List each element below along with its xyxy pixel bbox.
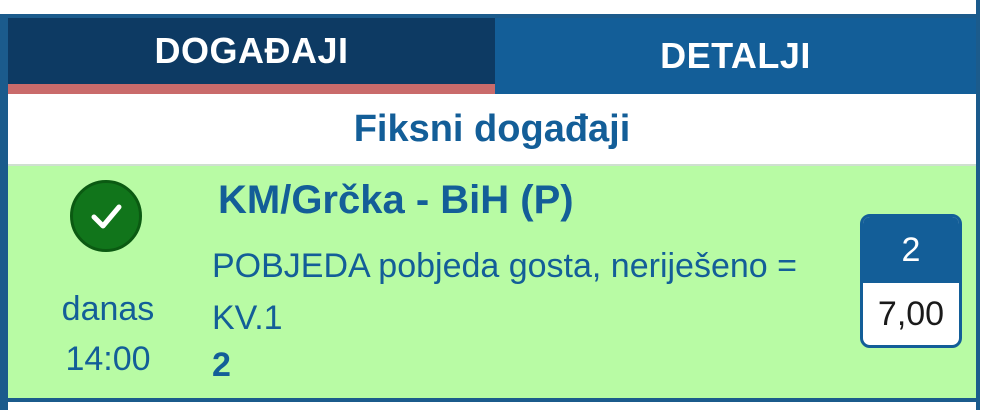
- panel-border-right: [976, 0, 980, 410]
- event-title: KM/Grčka - BiH (P): [218, 178, 574, 222]
- odds-value: 7,00: [877, 294, 945, 333]
- panel-border-left: [0, 14, 8, 410]
- tab-dogadaji[interactable]: DOGAĐAJI: [8, 18, 495, 94]
- event-description: POBJEDA pobjeda gosta, neriješeno = KV.1: [212, 247, 797, 337]
- status-success-badge: [70, 180, 142, 252]
- event-pick: 2: [212, 346, 231, 384]
- odds-selection: 2: [863, 217, 959, 283]
- tab-detalji[interactable]: DETALJI: [495, 18, 976, 94]
- odds-button[interactable]: 2 7,00: [860, 214, 962, 348]
- event-day: danas: [61, 290, 155, 328]
- event-row[interactable]: danas 14:00 KM/Grčka - BiH (P) POBJEDA p…: [8, 166, 976, 402]
- check-icon: [91, 204, 122, 229]
- event-hour: 14:00: [65, 340, 151, 378]
- tab-bar: DOGAĐAJI DETALJI: [8, 18, 976, 94]
- event-time: danas 14:00: [48, 284, 168, 384]
- section-title: Fiksni događaji: [8, 94, 976, 167]
- fixed-events-panel: DOGAĐAJI DETALJI Fiksni događaji danas 1…: [0, 0, 997, 410]
